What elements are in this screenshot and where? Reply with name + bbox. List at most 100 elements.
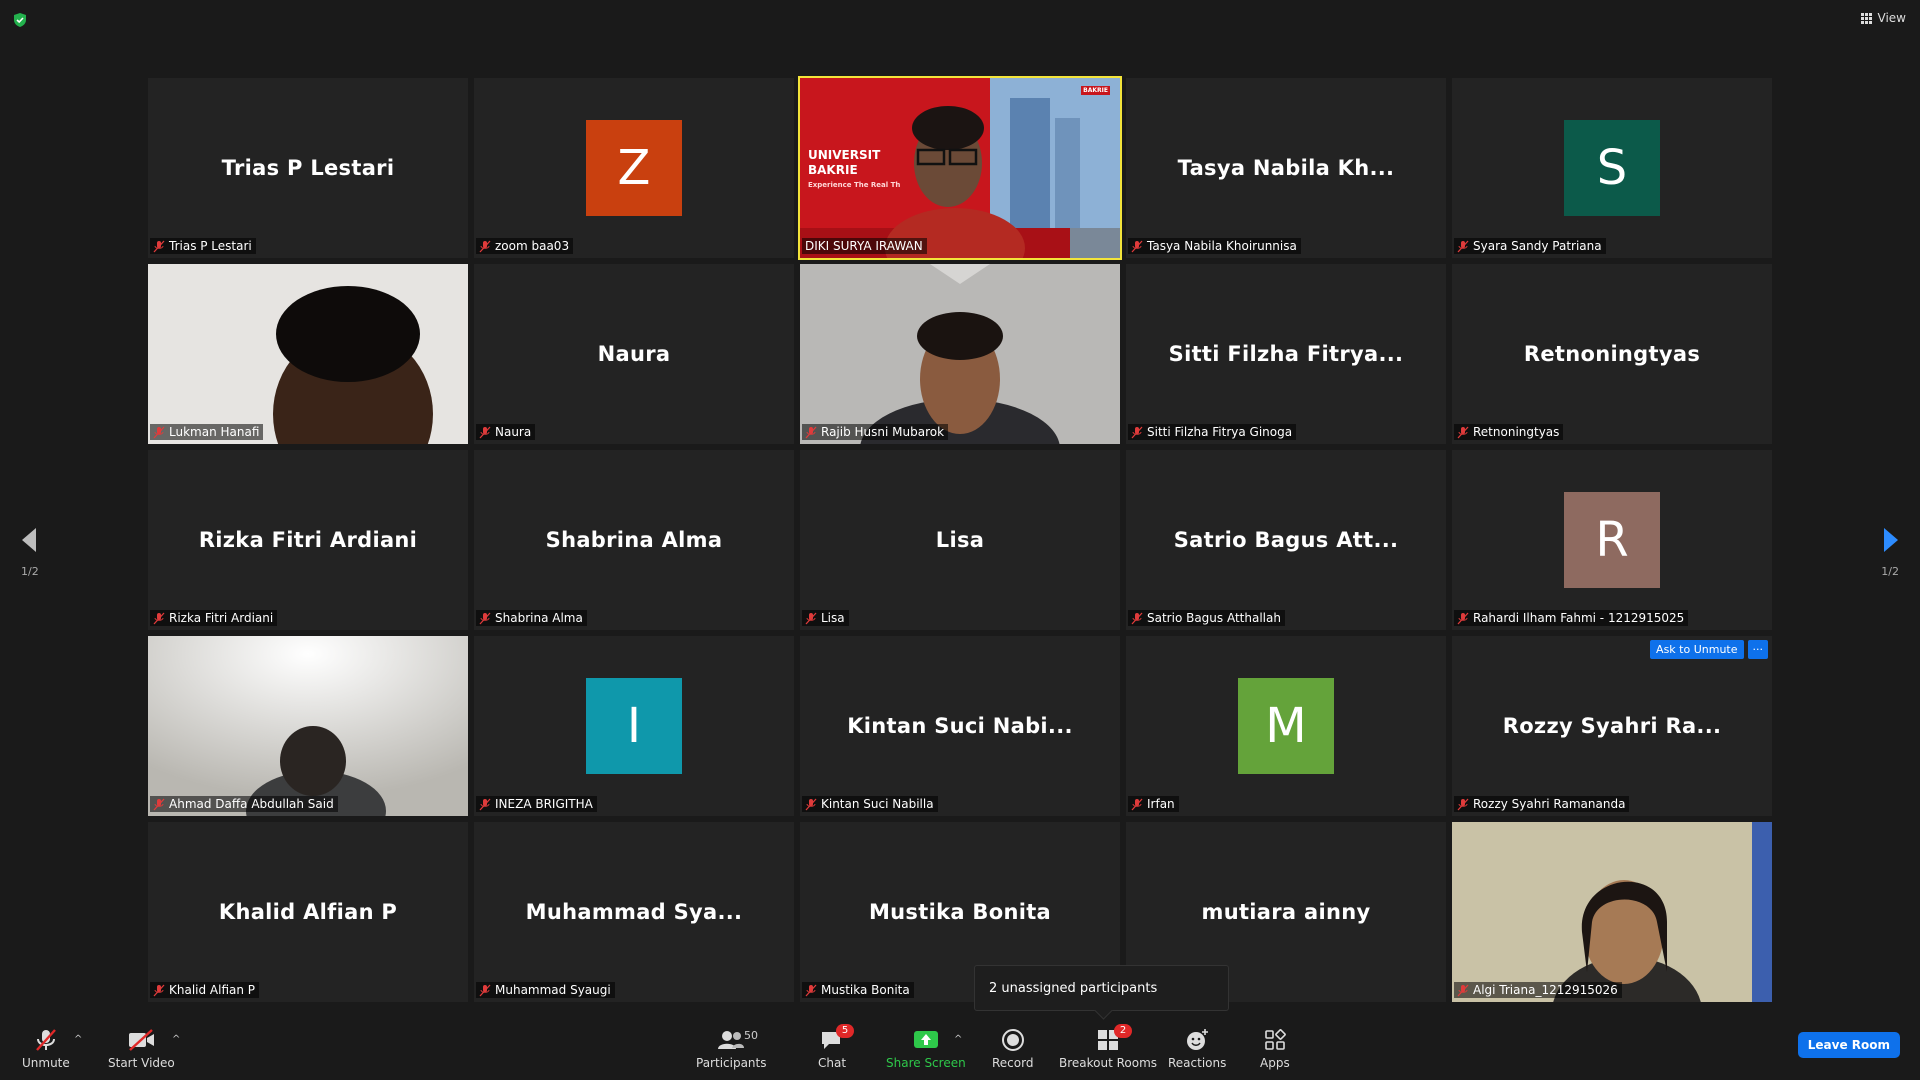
participant-name-label: Khalid Alfian P: [150, 982, 260, 998]
participant-tile-active-speaker[interactable]: UNIVERSIT BAKRIE Experience The Real Th …: [798, 76, 1122, 260]
participant-name: Syara Sandy Patriana: [1473, 239, 1602, 253]
start-video-button[interactable]: Start Video: [108, 1028, 175, 1070]
participant-name-label: zoom baa03: [476, 238, 574, 254]
avatar: R: [1564, 492, 1660, 588]
participant-tile[interactable]: Satrio Bagus Att... Satrio Bagus Atthall…: [1126, 450, 1446, 630]
video-feed: [800, 264, 1120, 444]
participant-tile[interactable]: Algi Triana_1212915026: [1452, 822, 1772, 1002]
participant-name: zoom baa03: [495, 239, 570, 253]
muted-mic-icon: [1131, 426, 1143, 438]
ask-to-unmute-button[interactable]: Ask to Unmute: [1650, 640, 1744, 659]
participant-display-name: Sitti Filzha Fitrya...: [1168, 342, 1404, 366]
participants-count: 50: [744, 1029, 758, 1042]
video-options-caret-icon[interactable]: ^: [172, 1034, 180, 1045]
video-off-camera-icon: [129, 1029, 155, 1051]
participant-tile[interactable]: Khalid Alfian P Khalid Alfian P: [148, 822, 468, 1002]
muted-mic-icon: [153, 612, 165, 624]
previous-page-arrow-icon[interactable]: [18, 524, 42, 556]
gallery-grid: Trias P Lestari Trias P Lestari Z zoom b…: [148, 76, 1772, 1002]
participant-name: Naura: [495, 425, 532, 439]
participant-tile[interactable]: Rizka Fitri Ardiani Rizka Fitri Ardiani: [148, 450, 468, 630]
participant-name-label: Lisa: [802, 610, 849, 626]
participant-tile[interactable]: S Syara Sandy Patriana: [1452, 78, 1772, 258]
muted-mic-icon: [805, 612, 817, 624]
participant-tile[interactable]: Trias P Lestari Trias P Lestari: [148, 78, 468, 258]
participant-name-label: Shabrina Alma: [476, 610, 587, 626]
participant-name-label: Ahmad Daffa Abdullah Said: [150, 796, 338, 812]
apps-label: Apps: [1260, 1056, 1290, 1070]
participant-display-name: Muhammad Sya...: [525, 900, 743, 924]
participant-name: Satrio Bagus Atthallah: [1147, 611, 1281, 625]
participant-name: Shabrina Alma: [495, 611, 583, 625]
participant-name-label: Syara Sandy Patriana: [1454, 238, 1606, 254]
muted-mic-icon: [1457, 612, 1469, 624]
participant-tile[interactable]: Z zoom baa03: [474, 78, 794, 258]
page-indicator-left: 1/2: [21, 565, 39, 578]
avatar: Z: [586, 120, 682, 216]
participant-name-label: Muhammad Syaugi: [476, 982, 615, 998]
participant-tile[interactable]: Rozzy Syahri Ra... Ask to Unmute ··· Roz…: [1452, 636, 1772, 816]
apps-icon: [1265, 1029, 1286, 1050]
share-options-caret-icon[interactable]: ^: [954, 1034, 962, 1045]
participant-name: Retnoningtyas: [1473, 425, 1560, 439]
participant-name-label: Sitti Filzha Fitrya Ginoga: [1128, 424, 1297, 440]
reactions-smiley-icon: [1187, 1029, 1209, 1050]
meeting-toolbar: Unmute ^ Start Video ^ Participants 50 C…: [0, 1020, 1920, 1080]
muted-mic-icon: [153, 984, 165, 996]
chat-unread-badge: 5: [836, 1024, 854, 1038]
participant-name: Trias P Lestari: [169, 239, 252, 253]
participant-display-name: Satrio Bagus Att...: [1173, 528, 1399, 552]
apps-button[interactable]: Apps: [1260, 1028, 1290, 1070]
audio-options-caret-icon[interactable]: ^: [74, 1034, 82, 1045]
record-button[interactable]: Record: [992, 1028, 1033, 1070]
participant-tile[interactable]: Retnoningtyas Retnoningtyas: [1452, 264, 1772, 444]
participant-tile[interactable]: Sitti Filzha Fitrya... Sitti Filzha Fitr…: [1126, 264, 1446, 444]
muted-mic-icon: [479, 612, 491, 624]
participant-tile[interactable]: M Irfan: [1126, 636, 1446, 816]
participant-display-name: Khalid Alfian P: [218, 900, 398, 924]
participant-tile[interactable]: Lukman Hanafi: [148, 264, 468, 444]
participant-tile[interactable]: Ahmad Daffa Abdullah Said: [148, 636, 468, 816]
video-feed: [1452, 822, 1772, 1002]
slide-title-line-1: UNIVERSIT: [808, 148, 881, 162]
top-bar: View: [0, 0, 1920, 40]
participant-name-label: DIKI SURYA IRAWAN: [802, 238, 927, 254]
muted-mic-icon: [153, 426, 165, 438]
tile-actions: Ask to Unmute ···: [1650, 640, 1768, 659]
security-shield-icon[interactable]: [12, 12, 28, 28]
chat-label: Chat: [818, 1056, 847, 1070]
participant-display-name: Kintan Suci Nabi...: [847, 714, 1073, 738]
unmute-label: Unmute: [22, 1056, 70, 1070]
participant-name: Ahmad Daffa Abdullah Said: [169, 797, 334, 811]
participants-icon: [718, 1031, 745, 1049]
participant-name-label: Irfan: [1128, 796, 1179, 812]
participant-name-label: Rahardi Ilham Fahmi - 1212915025: [1454, 610, 1689, 626]
record-label: Record: [992, 1056, 1034, 1070]
participant-tile[interactable]: Muhammad Sya... Muhammad Syaugi: [474, 822, 794, 1002]
video-feed: [148, 636, 468, 816]
reactions-button[interactable]: Reactions: [1168, 1028, 1226, 1070]
unmute-button[interactable]: Unmute: [22, 1028, 70, 1070]
next-page-arrow-icon[interactable]: [1878, 524, 1902, 556]
participant-tile[interactable]: Rajib Husni Mubarok: [800, 264, 1120, 444]
participant-tile[interactable]: Kintan Suci Nabi... Kintan Suci Nabilla: [800, 636, 1120, 816]
slide-subtitle: Experience The Real Th: [808, 181, 901, 189]
participant-tile[interactable]: R Rahardi Ilham Fahmi - 1212915025: [1452, 450, 1772, 630]
participant-display-name: Tasya Nabila Kh...: [1177, 156, 1395, 180]
participant-tile[interactable]: Naura Naura: [474, 264, 794, 444]
participant-display-name: Shabrina Alma: [545, 528, 723, 552]
leave-room-button[interactable]: Leave Room: [1797, 1032, 1900, 1058]
participant-tile[interactable]: I INEZA BRIGITHA: [474, 636, 794, 816]
muted-mic-icon: [479, 984, 491, 996]
participant-name-label: Algi Triana_1212915026: [1454, 982, 1622, 998]
participant-tile[interactable]: Shabrina Alma Shabrina Alma: [474, 450, 794, 630]
breakout-rooms-button[interactable]: Breakout Rooms: [1059, 1028, 1157, 1070]
participant-tile[interactable]: Lisa Lisa: [800, 450, 1120, 630]
more-options-button[interactable]: ···: [1747, 640, 1768, 659]
participant-name: DIKI SURYA IRAWAN: [805, 239, 923, 253]
participants-label: Participants: [696, 1056, 767, 1070]
participant-tile[interactable]: Tasya Nabila Kh... Tasya Nabila Khoirunn…: [1126, 78, 1446, 258]
muted-mic-icon: [1131, 612, 1143, 624]
participant-display-name: Rizka Fitri Ardiani: [198, 528, 418, 552]
view-button[interactable]: View: [1860, 11, 1906, 25]
